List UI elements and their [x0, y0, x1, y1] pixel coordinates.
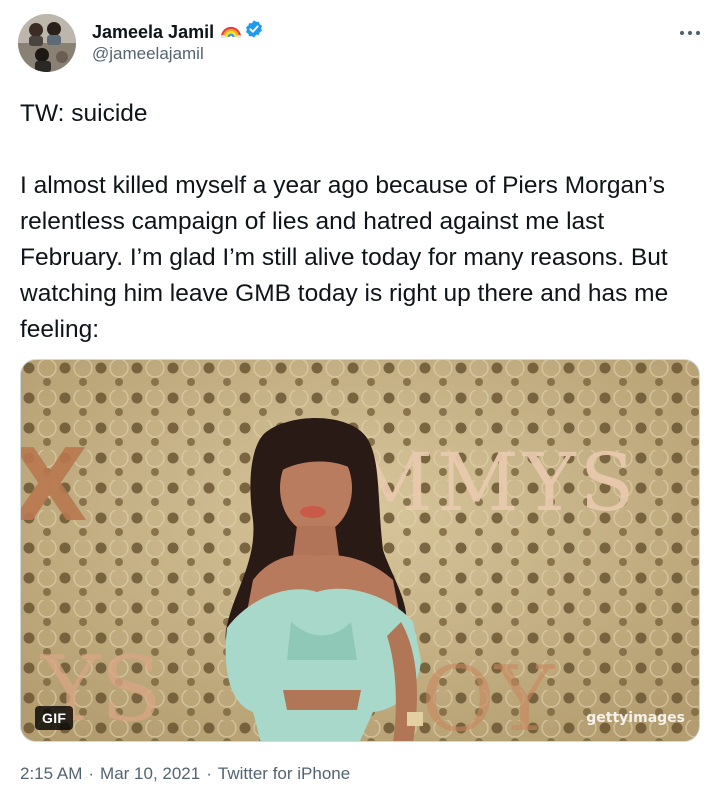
tweet-body: I almost killed myself a year ago becaus…	[20, 172, 676, 343]
svg-text:X: X	[21, 427, 88, 544]
gif-media[interactable]: X MMYS YS OY GIF gettyimages	[20, 359, 700, 742]
svg-text:OY: OY	[421, 647, 556, 742]
meta-separator: ·	[88, 764, 95, 783]
backdrop-text: MMYS	[351, 436, 638, 529]
gif-badge: GIF	[35, 706, 74, 730]
rainbow-emoji-icon	[220, 21, 242, 43]
more-options-button[interactable]	[672, 20, 708, 44]
author-display-name[interactable]: Jameela Jamil	[92, 21, 214, 43]
gif-frame: X MMYS YS OY	[21, 360, 699, 742]
more-options-icon	[679, 23, 701, 41]
trigger-warning-line: TW: suicide	[20, 100, 148, 127]
avatar[interactable]	[18, 14, 76, 72]
verified-badge-icon	[244, 19, 264, 44]
tweet-date[interactable]: Mar 10, 2021	[100, 762, 200, 786]
tweet-text: TW: suicide I almost killed myself a yea…	[20, 96, 710, 348]
author-handle[interactable]: @jameelajamil	[92, 44, 204, 64]
tweet-time[interactable]: 2:15 AM	[20, 762, 82, 786]
getty-watermark: gettyimages	[586, 710, 685, 726]
tweet-source[interactable]: Twitter for iPhone	[218, 762, 350, 786]
author-name-row[interactable]: Jameela Jamil	[92, 19, 264, 44]
tweet-card: Jameela Jamil @jameelajamil TW: suicide …	[0, 0, 720, 804]
meta-separator: ·	[206, 764, 212, 783]
tweet-metadata: 2:15 AM · Mar 10, 2021 · Twitter for iPh…	[20, 762, 350, 786]
